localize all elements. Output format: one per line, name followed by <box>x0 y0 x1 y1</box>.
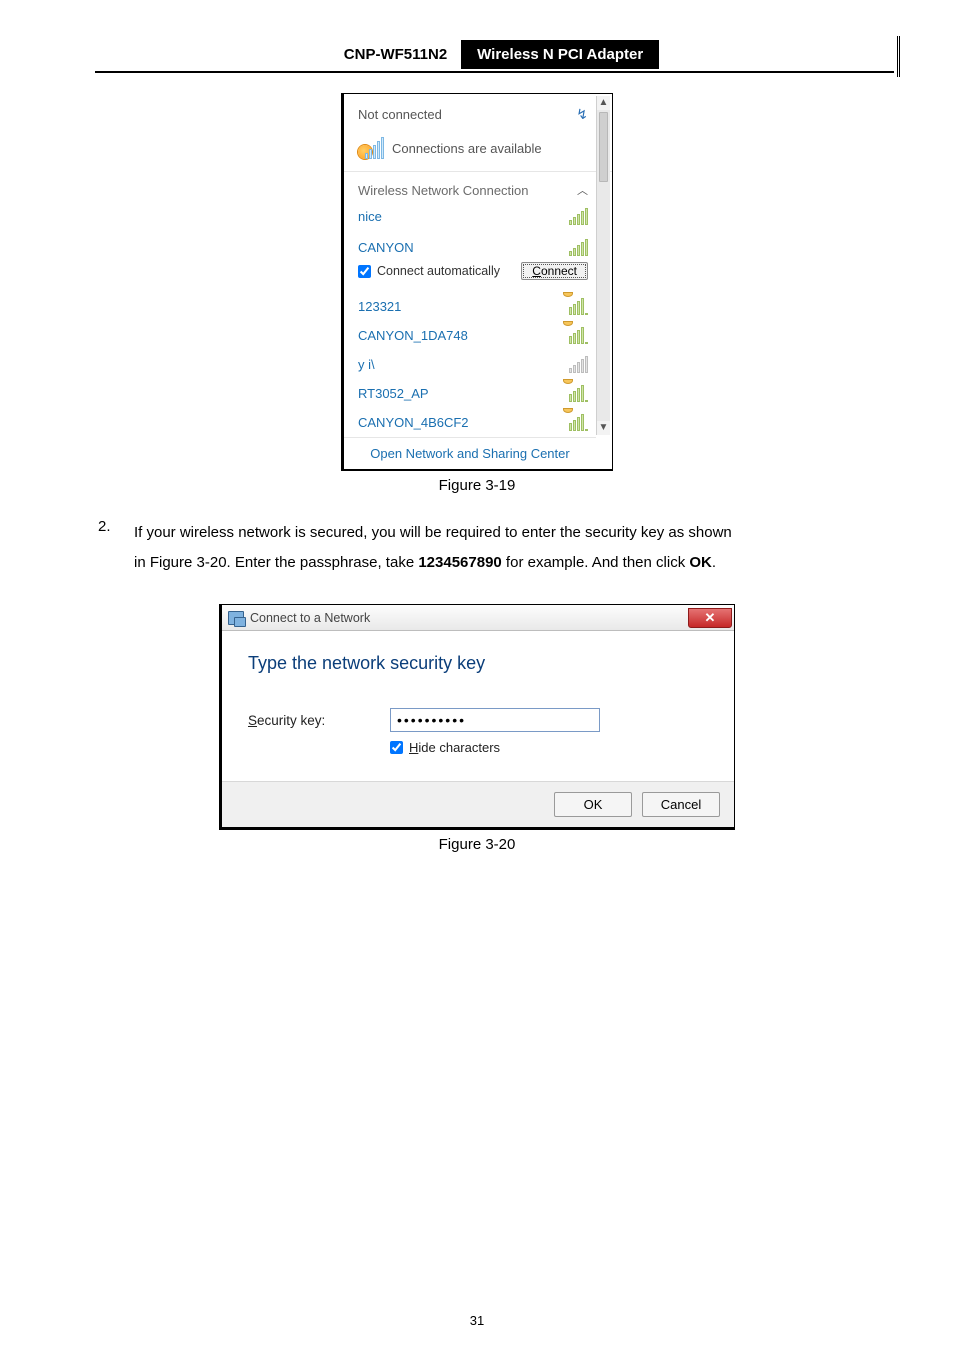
chevron-up-icon[interactable]: ︿ <box>577 182 588 198</box>
refresh-icon[interactable]: ↯ <box>576 106 588 123</box>
signal-bars-secured-icon <box>569 327 588 344</box>
network-dialog-icon <box>228 611 244 625</box>
wireless-section-header[interactable]: Wireless Network Connection ︿ <box>344 172 612 202</box>
signal-bars-icon <box>569 356 588 373</box>
close-button[interactable]: ✕ <box>688 608 732 628</box>
wireless-section-label: Wireless Network Connection <box>358 183 529 198</box>
page-header: CNP-WF511N2 Wireless N PCI Adapter <box>95 40 894 73</box>
cancel-button[interactable]: Cancel <box>642 792 720 817</box>
connection-status-text: Not connected <box>358 107 442 122</box>
dialog-heading: Type the network security key <box>248 653 708 674</box>
signal-bars-secured-icon <box>569 298 588 315</box>
connection-status-row: Not connected ↯ <box>344 94 612 133</box>
scroll-thumb[interactable] <box>599 112 608 182</box>
network-name: CANYON_4B6CF2 <box>358 415 469 430</box>
connections-available-row: Connections are available <box>344 133 612 172</box>
scroll-up-arrow-icon[interactable]: ▲ <box>597 96 610 110</box>
network-name: CANYON_1DA748 <box>358 328 468 343</box>
network-item[interactable]: CANYON_1DA748 <box>344 321 612 350</box>
scrollbar[interactable]: ▲ ▼ <box>596 96 610 435</box>
close-icon: ✕ <box>705 610 716 625</box>
signal-bars-icon <box>569 239 588 256</box>
network-name: у і\ <box>358 357 375 372</box>
network-item[interactable]: у і\ <box>344 350 612 379</box>
network-name: nice <box>358 209 382 224</box>
wifi-flyout-panel: ▲ ▼ Not connected ↯ Connections are avai… <box>341 93 613 471</box>
security-key-label: Security key: <box>248 713 364 728</box>
network-name: CANYON <box>358 240 414 255</box>
dialog-footer: OK Cancel <box>222 781 734 827</box>
hide-characters-checkbox[interactable] <box>390 741 403 754</box>
instruction-step: 2. If your wireless network is secured, … <box>98 518 862 578</box>
connect-button[interactable]: Connect <box>521 262 588 280</box>
network-name: 123321 <box>358 299 401 314</box>
scroll-down-arrow-icon[interactable]: ▼ <box>597 421 610 435</box>
connections-available-text: Connections are available <box>392 141 542 156</box>
network-item-selected[interactable]: CANYON Connect automatically Connect <box>352 231 594 288</box>
network-item-nice[interactable]: nice <box>344 202 612 231</box>
network-item[interactable]: 123321 <box>344 292 612 321</box>
page-number: 31 <box>0 1313 954 1328</box>
signal-bars-secured-icon <box>569 385 588 402</box>
ok-button[interactable]: OK <box>554 792 632 817</box>
step-text: If your wireless network is secured, you… <box>134 518 732 578</box>
connect-automatically-label: Connect automatically <box>377 264 500 278</box>
network-name: RT3052_AP <box>358 386 429 401</box>
model-number: CNP-WF511N2 <box>330 40 461 69</box>
dialog-title: Connect to a Network <box>250 611 370 625</box>
signal-bars-secured-icon <box>569 414 588 431</box>
step-number: 2. <box>98 518 116 578</box>
network-item[interactable]: CANYON_4B6CF2 <box>344 408 612 437</box>
security-key-input[interactable] <box>390 708 600 732</box>
open-network-sharing-link[interactable]: Open Network and Sharing Center <box>344 437 596 469</box>
signal-bars-icon <box>569 208 588 225</box>
connect-automatically-checkbox[interactable] <box>358 265 371 278</box>
product-title: Wireless N PCI Adapter <box>461 40 659 69</box>
figure-caption: Figure 3-20 <box>60 836 894 853</box>
header-edge-decoration <box>896 36 900 77</box>
signal-availability-icon <box>358 137 384 159</box>
dialog-titlebar[interactable]: Connect to a Network ✕ <box>222 605 734 631</box>
figure-caption: Figure 3-19 <box>60 477 894 494</box>
connect-network-dialog: Connect to a Network ✕ Type the network … <box>219 604 735 830</box>
hide-characters-label: Hide characters <box>409 740 500 755</box>
network-item[interactable]: RT3052_AP <box>344 379 612 408</box>
